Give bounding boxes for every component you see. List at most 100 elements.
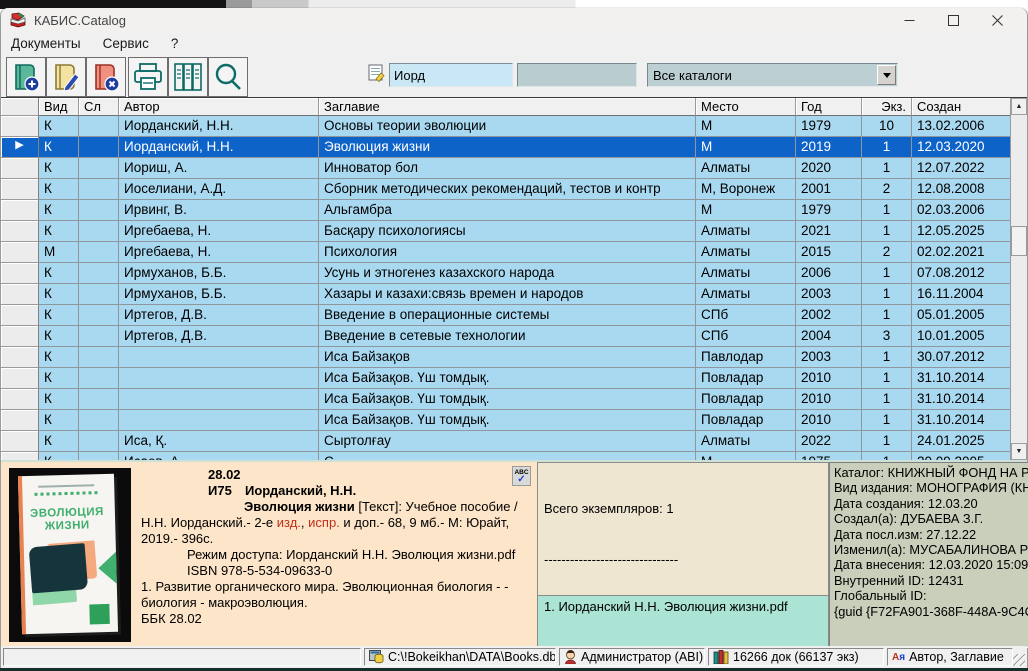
edit-record-button[interactable] <box>46 57 86 97</box>
cell-author: Иса, Қ. <box>119 431 319 452</box>
separator-line: ------------------------------- <box>544 551 822 568</box>
row-selector[interactable] <box>1 242 39 263</box>
cell-author: Ирвинг, В. <box>119 200 319 221</box>
scroll-thumb[interactable] <box>1011 226 1027 256</box>
delete-record-button[interactable] <box>86 57 126 97</box>
cell-title: Хазары и казахи:связь времен и народов <box>319 284 696 305</box>
author-heading: Иорданский, Н.Н. <box>245 483 356 498</box>
cell-title: С <box>319 452 696 460</box>
catalog-filter-select[interactable]: Все каталоги <box>647 63 898 87</box>
table-row[interactable]: КИсаев, А.СМ1975120.09.2005 <box>1 452 1012 460</box>
secondary-search-input[interactable] <box>517 63 637 87</box>
cell-vid: К <box>39 263 79 284</box>
cell-sl <box>79 116 119 137</box>
row-selector[interactable] <box>1 389 39 410</box>
menu-item-1[interactable]: Сервис <box>103 36 149 51</box>
column-header-title[interactable]: Заглавие <box>319 98 696 116</box>
close-button[interactable] <box>975 9 1019 31</box>
cell-copies: 1 <box>862 305 912 326</box>
cell-created: 31.10.2014 <box>912 368 1012 389</box>
database-path-label: C:\!Bokeikhan\DATA\Books.dbx <box>388 650 556 664</box>
column-header-author[interactable]: Автор <box>119 98 319 116</box>
row-selector[interactable] <box>1 179 39 200</box>
scroll-down-icon[interactable]: ▼ <box>1011 443 1027 460</box>
title-bar[interactable]: КАБИС.Catalog <box>1 8 1027 32</box>
table-row[interactable]: КИса Байзақов. Үш томдық.Повладар2010131… <box>1 368 1012 389</box>
row-selector[interactable] <box>1 431 39 452</box>
row-selector[interactable] <box>1 305 39 326</box>
table-row[interactable]: ▶КИорданский, Н.Н.Эволюция жизниМ2019112… <box>1 137 1012 158</box>
dropdown-arrow-icon[interactable] <box>877 65 896 85</box>
cell-sl <box>79 368 119 389</box>
row-selector[interactable] <box>1 221 39 242</box>
table-row[interactable]: КИорданский, Н.Н.Основы теории эволюцииМ… <box>1 116 1012 137</box>
cell-created: 12.08.2008 <box>912 179 1012 200</box>
table-row[interactable]: КИса БайзақовПавлодар2003130.07.2012 <box>1 347 1012 368</box>
row-selector[interactable] <box>1 410 39 431</box>
status-bar: C:\!Bokeikhan\DATA\Books.dbx Администрат… <box>1 646 1027 668</box>
menu-item-0[interactable]: Документы <box>11 36 81 51</box>
cell-copies: 1 <box>862 368 912 389</box>
card-catalog-button[interactable] <box>168 57 208 97</box>
row-selector[interactable] <box>1 116 39 137</box>
resize-grip[interactable] <box>1013 654 1025 666</box>
table-row[interactable]: КИргебаева, Н.Басқару психологиясыАлматы… <box>1 221 1012 242</box>
scroll-up-icon[interactable]: ▲ <box>1011 98 1027 115</box>
cell-year: 2003 <box>796 284 862 305</box>
row-selector[interactable] <box>1 158 39 179</box>
column-header-year[interactable]: Год <box>796 98 862 116</box>
minimize-button[interactable] <box>887 9 931 31</box>
row-selector[interactable] <box>1 284 39 305</box>
row-selector[interactable] <box>1 200 39 221</box>
table-row[interactable]: КИрмуханов, Б.Б.Усунь и этногенез казахс… <box>1 263 1012 284</box>
cell-year: 2022 <box>796 431 862 452</box>
vertical-scrollbar[interactable]: ▲ ▼ <box>1010 98 1027 460</box>
cell-sl <box>79 452 119 460</box>
cell-sl <box>79 326 119 347</box>
row-selector[interactable] <box>1 326 39 347</box>
cell-title: Психология <box>319 242 696 263</box>
menu-item-2[interactable]: ? <box>171 36 179 51</box>
column-header-copies[interactable]: Экз. <box>862 98 912 116</box>
row-selector[interactable] <box>1 263 39 284</box>
table-row[interactable]: КИртегов, Д.В.Введение в операционные си… <box>1 305 1012 326</box>
cell-title: Усунь и этногенез казахского народа <box>319 263 696 284</box>
row-selector[interactable] <box>1 347 39 368</box>
table-row[interactable]: КИориш, А.Инноватор болАлматы2020112.07.… <box>1 158 1012 179</box>
cell-sl <box>79 179 119 200</box>
column-header-place[interactable]: Место <box>696 98 796 116</box>
printer-icon <box>132 62 164 92</box>
table-row[interactable]: КИоселиани, А.Д.Сборник методических рек… <box>1 179 1012 200</box>
isbn-line: ISBN 978-5-534-09633-0 <box>187 563 533 579</box>
row-selector[interactable] <box>1 368 39 389</box>
search-button[interactable] <box>208 57 248 97</box>
cell-title: Сыртолғау <box>319 431 696 452</box>
column-header-vid[interactable]: Вид <box>39 98 79 116</box>
cell-place: Повладар <box>696 410 796 431</box>
table-row[interactable]: КИрмуханов, Б.Б.Хазары и казахи:связь вр… <box>1 284 1012 305</box>
table-row[interactable]: КИса, Қ.СыртолғауАлматы2022124.01.2025 <box>1 431 1012 452</box>
quick-search-input[interactable] <box>389 63 513 87</box>
cell-copies: 1 <box>862 347 912 368</box>
column-header-sl[interactable]: Сл <box>79 98 119 116</box>
add-record-button[interactable] <box>6 57 46 97</box>
table-row[interactable]: КИрвинг, В.АльгамбраМ1979102.03.2006 <box>1 200 1012 221</box>
column-header-created[interactable]: Создан <box>912 98 1012 116</box>
attached-files-list: 1. Иорданский Н.Н. Эволюция жизни.pdf <box>538 595 828 647</box>
spellcheck-icon[interactable]: ABC ✓ <box>512 466 531 486</box>
cell-author: Иоселиани, А.Д. <box>119 179 319 200</box>
status-section-database: C:\!Bokeikhan\DATA\Books.dbx <box>364 648 556 666</box>
attached-file-link[interactable]: 1. Иорданский Н.Н. Эволюция жизни.pdf <box>544 599 822 615</box>
print-button[interactable] <box>128 57 168 97</box>
cell-title: Иса Байзақов. Үш томдық. <box>319 368 696 389</box>
table-row[interactable]: КИса Байзақов. Үш томдық.Повладар2010131… <box>1 410 1012 431</box>
header-selector-cell <box>1 98 39 116</box>
row-selector[interactable] <box>1 452 39 460</box>
table-row[interactable]: КИса Байзақов. Үш томдық.Повладар2010131… <box>1 389 1012 410</box>
status-section-empty <box>3 648 361 666</box>
maximize-button[interactable] <box>931 9 975 31</box>
table-row[interactable]: МИргебаева, Н.ПсихологияАлматы2015202.02… <box>1 242 1012 263</box>
table-row[interactable]: КИртегов, Д.В.Введение в сетевые техноло… <box>1 326 1012 347</box>
row-selector[interactable]: ▶ <box>1 137 39 158</box>
cell-sl <box>79 284 119 305</box>
